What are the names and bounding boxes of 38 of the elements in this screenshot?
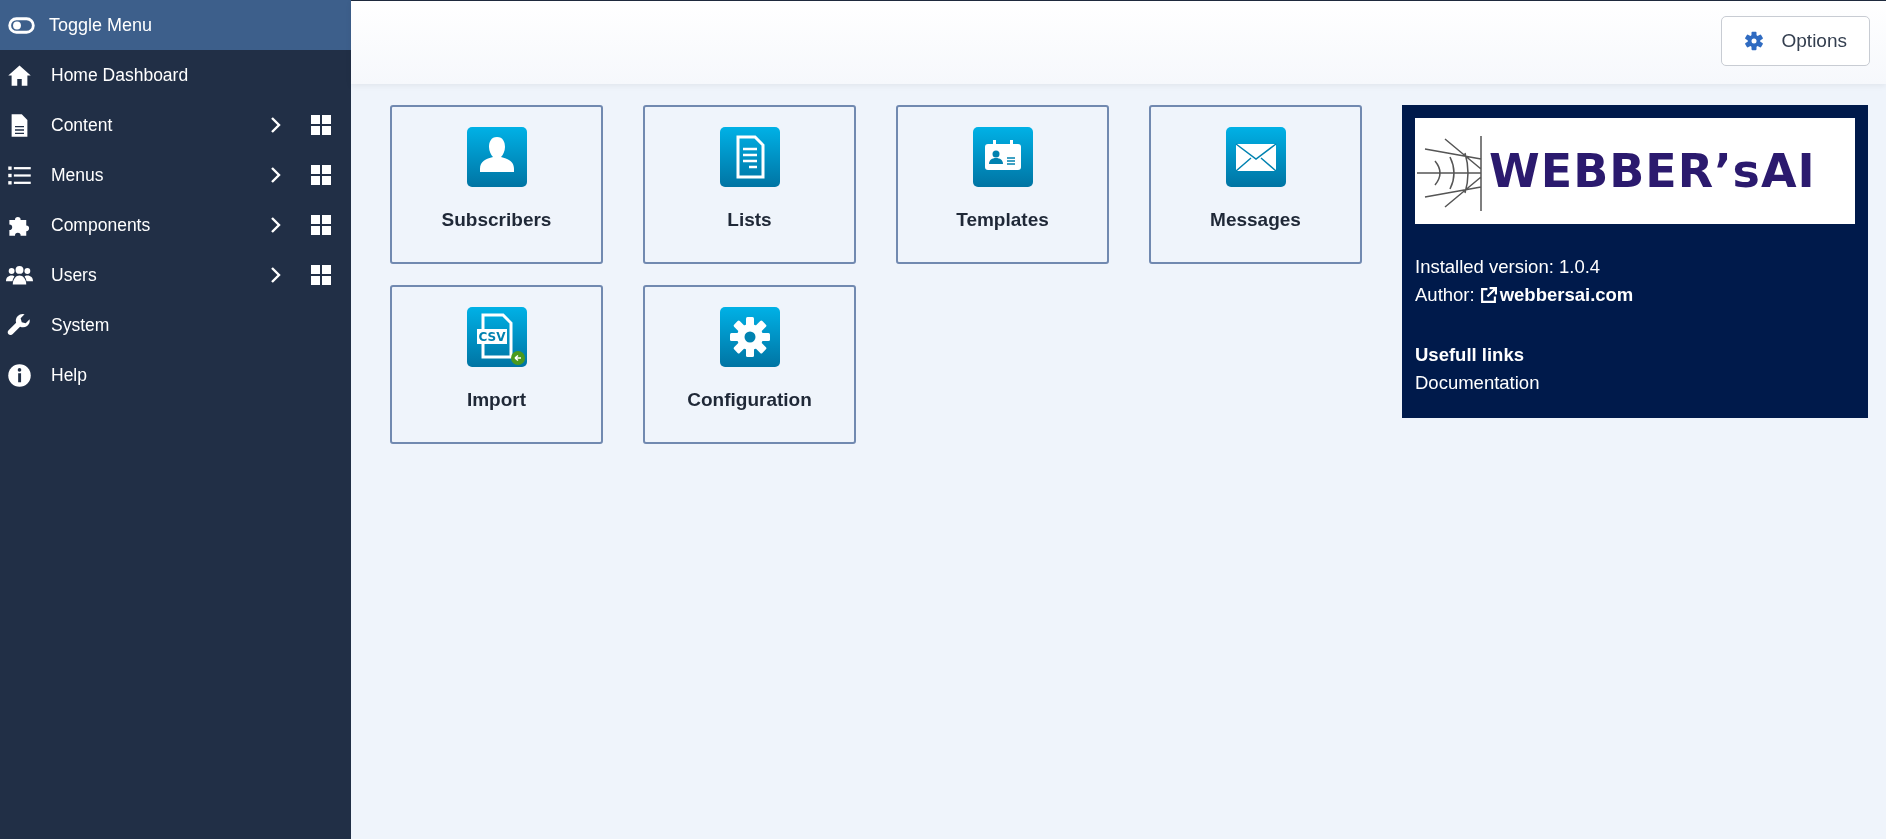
sidebar-item[interactable]: Content	[51, 114, 269, 136]
documentation-link[interactable]: Documentation	[1415, 372, 1540, 394]
person-icon	[466, 127, 527, 187]
id-card-icon	[972, 127, 1033, 187]
gear-icon	[1743, 30, 1764, 51]
gear-icon	[719, 307, 780, 367]
dashboard-tile[interactable]: Lists	[643, 105, 856, 264]
sidebar-item[interactable]: Home Dashboard	[51, 64, 345, 86]
version-text: Installed version: 1.0.4	[1415, 256, 1602, 278]
chevron-icon[interactable]	[269, 266, 283, 284]
sidebar-item[interactable]: System	[51, 314, 345, 336]
dashboard-grid-icon[interactable]	[311, 215, 331, 235]
dashboard-tile[interactable]: Templates	[896, 105, 1109, 264]
dashboard-tile[interactable]: Configuration	[643, 285, 856, 444]
dashboard-tile[interactable]: Subscribers	[390, 105, 603, 264]
document-icon	[719, 127, 780, 187]
csv-file-icon: CSV	[466, 307, 527, 367]
dashboard-grid-icon[interactable]	[311, 265, 331, 285]
chevron-icon[interactable]	[269, 166, 283, 184]
sidebar-item[interactable]: Help	[51, 364, 345, 386]
info-icon	[6, 361, 33, 389]
sidebar-item[interactable]: Menus	[51, 164, 269, 186]
envelope-icon	[1225, 127, 1286, 187]
chevron-icon[interactable]	[269, 216, 283, 234]
sidebar-item[interactable]: Components	[51, 214, 269, 236]
sidebar-item[interactable]: Users	[51, 264, 269, 286]
toggle-menu-button[interactable]: Toggle Menu	[0, 0, 351, 50]
dashboard-tile[interactable]: Messages	[1149, 105, 1362, 264]
author-label: Author:	[1415, 284, 1475, 306]
dashboard-grid-icon[interactable]	[311, 115, 331, 135]
links-heading: Usefull links	[1415, 344, 1525, 366]
dashboard-tile[interactable]: CSV Import	[390, 285, 603, 444]
logo: WEBBER’sAI	[1415, 118, 1855, 224]
external-link-icon	[1479, 286, 1497, 304]
options-button[interactable]: Options	[1720, 15, 1870, 66]
chevron-icon[interactable]	[269, 116, 283, 134]
author-link[interactable]: webbersai.com	[1479, 284, 1634, 306]
dashboard-grid-icon[interactable]	[311, 165, 331, 185]
